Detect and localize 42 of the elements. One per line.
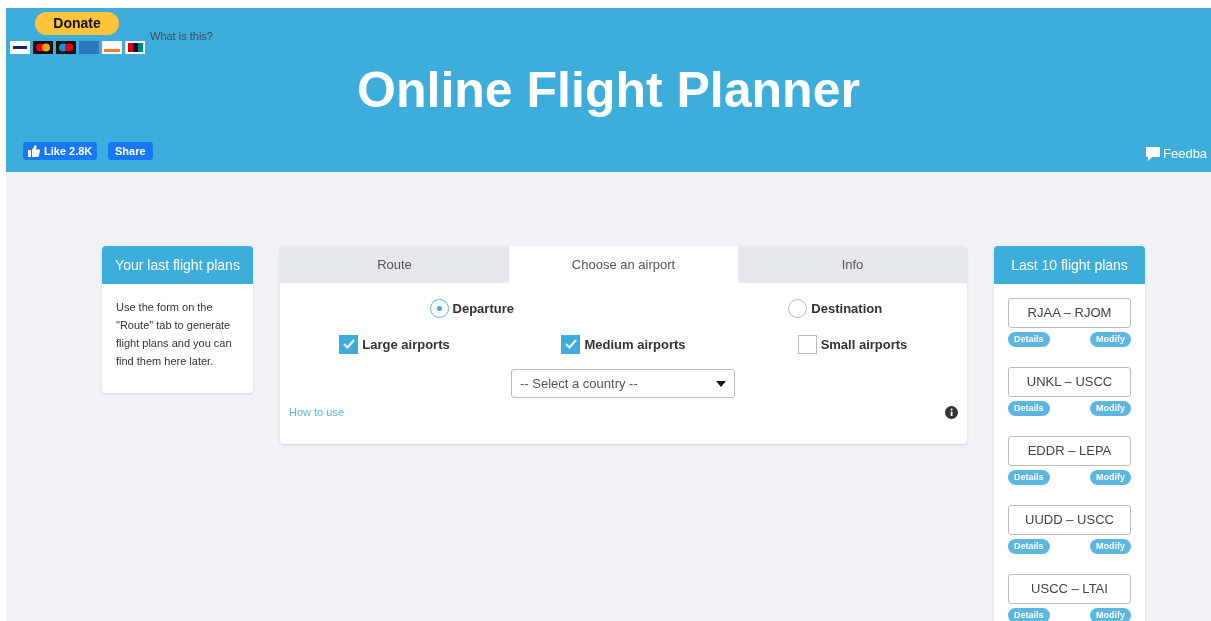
speech-bubble-icon	[1146, 146, 1160, 161]
modify-button[interactable]: Modify	[1090, 539, 1131, 554]
tab[interactable]: Route	[280, 246, 509, 283]
radio-label: Destination	[811, 300, 883, 318]
card-text: Use the form on the "Route" tab to generate flight plans and you can find them here later.	[115, 300, 233, 369]
route-box[interactable]: EDDR – LEPA	[1008, 436, 1131, 466]
caret-icon	[716, 380, 726, 387]
modify-button[interactable]: Modify	[1090, 608, 1131, 621]
checkbox-label: Medium airports	[584, 335, 686, 354]
checkbox[interactable]	[797, 334, 817, 354]
info-icon[interactable]	[945, 405, 958, 419]
route-box[interactable]: UNKL – USCC	[1008, 367, 1131, 397]
checkbox[interactable]	[339, 334, 359, 354]
checkbox-label: Small airports	[820, 335, 908, 354]
modify-button[interactable]: Modify	[1090, 470, 1131, 485]
page-title: Online Flight Planner	[356, 61, 861, 120]
checkbox[interactable]	[561, 334, 581, 354]
check-icon	[564, 339, 577, 350]
modify-button[interactable]: Modify	[1090, 332, 1131, 347]
thumbs-up-icon	[28, 145, 40, 157]
details-button[interactable]: Details	[1008, 608, 1050, 621]
card-header: Your last flight plans	[102, 246, 253, 284]
details-button[interactable]: Details	[1008, 332, 1050, 347]
how-to-use-link[interactable]: How to use	[289, 404, 345, 421]
details-button[interactable]: Details	[1008, 539, 1050, 554]
check-icon	[342, 339, 355, 350]
card-header: Last 10 flight plans	[994, 246, 1145, 284]
share-button[interactable]: Share	[108, 142, 153, 160]
route-box[interactable]: USCC – LTAI	[1008, 574, 1131, 604]
what-is-this-link[interactable]: What is this?	[150, 28, 213, 45]
country-select[interactable]: -- Select a country --	[511, 369, 735, 398]
details-button[interactable]: Details	[1008, 470, 1050, 485]
like-button[interactable]: Like 2.8K	[23, 142, 98, 160]
radio-label: Departure	[452, 300, 514, 318]
checkbox-label: Large airports	[362, 335, 450, 354]
donate-button[interactable]: Donate	[35, 12, 119, 35]
modify-button[interactable]: Modify	[1090, 401, 1131, 416]
details-button[interactable]: Details	[1008, 401, 1050, 416]
route-box[interactable]: UUDD – USCC	[1008, 505, 1131, 535]
feedback-link[interactable]: Feedba	[1163, 144, 1208, 164]
tab[interactable]: Info	[738, 246, 967, 283]
route-box[interactable]: RJAA – RJOM	[1008, 298, 1131, 328]
